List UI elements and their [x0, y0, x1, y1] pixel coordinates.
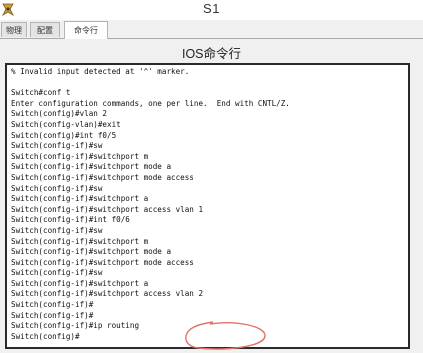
- tab-cli[interactable]: 命令行: [64, 21, 108, 39]
- console-line: Switch(config)#int f0/5: [11, 130, 117, 140]
- console-line: Switch#conf t: [11, 88, 71, 98]
- console-line: Switch(config-if)#sw: [11, 225, 103, 235]
- window-title: S1: [203, 1, 220, 16]
- console-line: Switch(config-if)#: [11, 310, 94, 320]
- console-line: Enter configuration commands, one per li…: [11, 98, 290, 108]
- tab-bar: 物理 配置 命令行: [0, 20, 423, 39]
- console-lines: % Invalid input detected at '^' marker. S…: [11, 67, 290, 342]
- console-line: Switch(config-if)#switchport a: [11, 194, 149, 204]
- section-title: IOS命令行: [181, 47, 242, 61]
- console-line: Switch(config-if)#: [11, 300, 94, 310]
- tab-config[interactable]: 配置: [30, 22, 60, 37]
- console-line: Switch(config-if)#sw: [11, 183, 103, 193]
- console-line: Switch(config-if)#switchport mode a: [11, 247, 172, 257]
- console-line: Switch(config-if)#switchport mode access: [11, 257, 194, 267]
- console-line: Switch(config-if)#switchport m: [11, 236, 149, 246]
- console-line: Switch(config-if)#ip routing: [11, 321, 140, 331]
- console-line: Switch(config-if)#switchport mode a: [11, 162, 172, 172]
- cli-window: S1 物理 配置 命令行 IOS命令行 % Invalid input dete…: [0, 0, 423, 353]
- tab-physical[interactable]: 物理: [1, 22, 27, 37]
- console-scroll-area[interactable]: [410, 63, 423, 349]
- console-line: Switch(config-if)#switchport mode access: [11, 172, 194, 182]
- console-line: Switch(config-if)#switchport a: [11, 278, 149, 288]
- console-line: Switch(config-if)#sw: [11, 268, 103, 278]
- console-line: Switch(config-if)#switchport access vlan…: [11, 204, 204, 214]
- console-output[interactable]: % Invalid input detected at '^' marker. S…: [5, 63, 410, 349]
- console-line: Switch(config-if)#switchport access vlan…: [11, 289, 204, 299]
- console-line: Switch(config)#: [11, 331, 80, 341]
- console-line: Switch(config-vlan)#exit: [11, 119, 121, 129]
- title-bar: S1: [0, 0, 423, 20]
- console-line: Switch(config)#vlan 2: [11, 109, 108, 119]
- console-line: Switch(config-if)#switchport m: [11, 151, 149, 161]
- console-line: Switch(config-if)#int f0/6: [11, 215, 130, 225]
- console-line: % Invalid input detected at '^' marker.: [11, 67, 190, 76]
- console-line: Switch(config-if)#sw: [11, 141, 103, 151]
